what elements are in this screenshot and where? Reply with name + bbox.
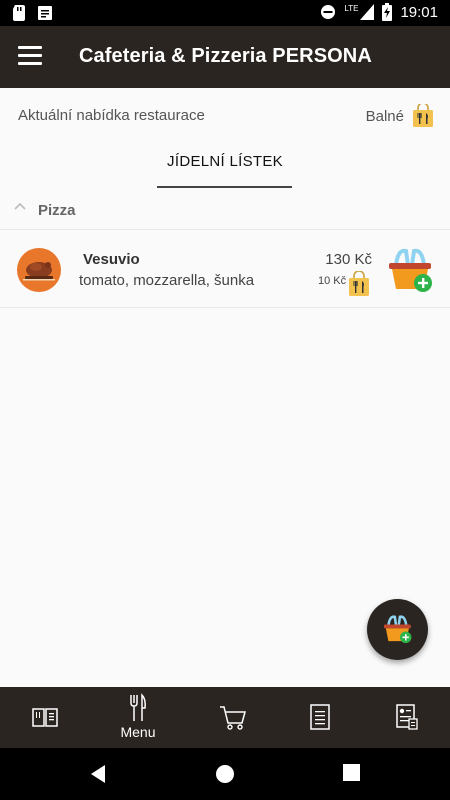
fork-knife-icon (130, 693, 146, 721)
app-bar: Cafeteria & Pizzeria PERSONA (0, 26, 450, 88)
list-item[interactable]: Vesuvio tomato, mozzarella, šunka 130 Kč… (0, 231, 450, 308)
add-to-basket-icon[interactable] (386, 245, 436, 295)
info-row: Aktuální nabídka restaurace Balné (0, 88, 450, 144)
category-header[interactable]: Pizza (0, 194, 450, 230)
do-not-disturb-icon (321, 5, 336, 19)
takeaway-bag-icon (349, 271, 369, 296)
item-name: Vesuvio (83, 251, 140, 268)
basket-icon (383, 615, 412, 644)
category-label: Pizza (38, 202, 76, 219)
takeaway-bag-icon (413, 104, 433, 127)
roast-food-icon (17, 248, 61, 292)
cart-icon (220, 706, 246, 730)
battery-charging-icon (382, 3, 393, 21)
hamburger-icon[interactable] (18, 46, 42, 66)
network-type: LTE (344, 3, 359, 13)
nav-label-menu: Menu (120, 724, 156, 740)
receipt-icon (310, 704, 330, 730)
system-navigation-bar (0, 748, 450, 800)
app-title: Cafeteria & Pizzeria PERSONA (79, 45, 372, 67)
nav-item-cart[interactable] (188, 687, 278, 748)
basket-fab[interactable] (367, 599, 428, 660)
menu-book-icon (32, 708, 58, 727)
notification-icon (38, 6, 52, 20)
nav-item-profile[interactable] (362, 687, 450, 748)
tab-bar: JÍDELNÍ LÍSTEK (0, 144, 450, 190)
nav-item-menu-book[interactable] (0, 687, 90, 748)
status-bar: LTE 19:01 (0, 0, 450, 26)
item-price: 130 Kč (325, 251, 372, 268)
bottom-navigation: Menu (0, 687, 450, 748)
nav-item-menu[interactable]: Menu (93, 687, 183, 748)
signal-icon (360, 4, 375, 20)
packaging-price: 10 Kč (318, 275, 347, 287)
tab-menu-list[interactable]: JÍDELNÍ LÍSTEK (0, 153, 450, 170)
info-text: Aktuální nabídka restaurace (18, 107, 205, 124)
tab-indicator (157, 186, 292, 188)
sd-card-icon (13, 5, 25, 21)
home-icon[interactable] (215, 764, 235, 784)
recents-icon[interactable] (343, 764, 360, 781)
location-label: Balné (365, 107, 404, 125)
clock: 19:01 (400, 3, 438, 21)
location-selector[interactable]: Balné (366, 104, 434, 128)
back-icon[interactable] (89, 764, 107, 784)
chevron-up-icon (14, 202, 26, 210)
contact-card-icon (396, 704, 418, 730)
nav-item-orders[interactable] (275, 687, 365, 748)
item-description: tomato, mozzarella, šunka (79, 272, 255, 289)
